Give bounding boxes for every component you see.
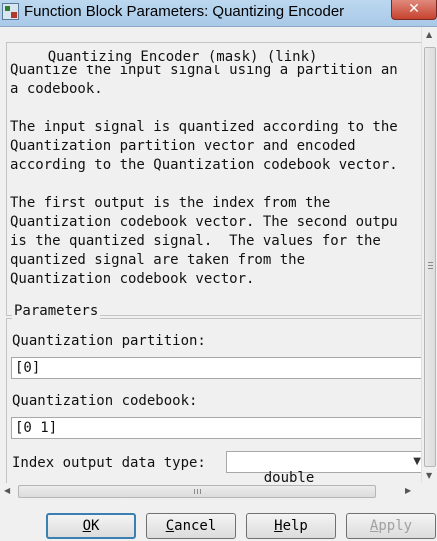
- window-title: Function Block Parameters: Quantizing En…: [24, 3, 345, 20]
- cancel-label: ancel: [174, 518, 217, 534]
- codebook-input[interactable]: [0 1]: [11, 417, 421, 439]
- description-line: The first output is the index from the: [10, 195, 331, 211]
- scroll-right-icon[interactable]: ▶: [405, 486, 411, 495]
- apply-button: Apply: [346, 513, 436, 539]
- scroll-down-icon[interactable]: ▼: [426, 471, 432, 480]
- horizontal-scrollbar[interactable]: ◀ ▶: [0, 483, 421, 500]
- description-line: [10, 99, 398, 118]
- mask-description: Quantize the input signal using a partit…: [10, 61, 398, 289]
- dialog-content: Quantizing Encoder (mask) (link) Quantiz…: [0, 27, 421, 483]
- description-line: is the quantized signal. The values for …: [10, 233, 381, 249]
- vertical-scroll-thumb[interactable]: [424, 47, 436, 467]
- description-line: Quantization codebook vector.: [10, 271, 255, 287]
- scroll-up-icon[interactable]: ▲: [426, 30, 432, 39]
- ok-button[interactable]: OK: [46, 513, 136, 539]
- partition-label: Quantization partition:: [12, 333, 206, 349]
- description-line: a codebook.: [10, 81, 103, 97]
- description-line: [10, 175, 398, 194]
- cancel-accel: C: [165, 518, 175, 534]
- ok-accel: O: [82, 518, 91, 534]
- horizontal-scroll-thumb[interactable]: [18, 485, 376, 498]
- cancel-button[interactable]: Cancel: [146, 513, 236, 539]
- parameters-group-title: Parameters: [12, 303, 101, 319]
- description-line: according to the Quantization codebook v…: [10, 157, 398, 173]
- title-bar: Function Block Parameters: Quantizing En…: [0, 0, 437, 27]
- index-type-label: Index output data type:: [12, 455, 206, 471]
- help-label: elp: [282, 518, 308, 534]
- close-button[interactable]: ✕: [391, 0, 437, 20]
- scroll-left-icon[interactable]: ◀: [4, 486, 10, 495]
- description-line: Quantization partition vector and encode…: [10, 138, 356, 154]
- index-type-select[interactable]: double ▼: [226, 451, 421, 483]
- partition-input[interactable]: [0]: [11, 357, 421, 379]
- ok-label: K: [91, 518, 100, 534]
- index-type-value: double: [263, 470, 315, 483]
- description-line: Quantization codebook vector. The second…: [10, 214, 398, 230]
- apply-label: pply: [378, 518, 413, 534]
- help-accel: H: [274, 518, 283, 534]
- help-button[interactable]: Help: [246, 513, 336, 539]
- codebook-label: Quantization codebook:: [12, 393, 198, 409]
- vertical-scrollbar[interactable]: ▲ ▼: [421, 27, 437, 483]
- description-line: The input signal is quantized according …: [10, 119, 398, 135]
- chevron-down-icon: ▼: [413, 456, 421, 467]
- close-icon: ✕: [408, 1, 420, 17]
- description-line: quantized signal are taken from the: [10, 252, 306, 268]
- simulink-block-icon: [2, 3, 19, 20]
